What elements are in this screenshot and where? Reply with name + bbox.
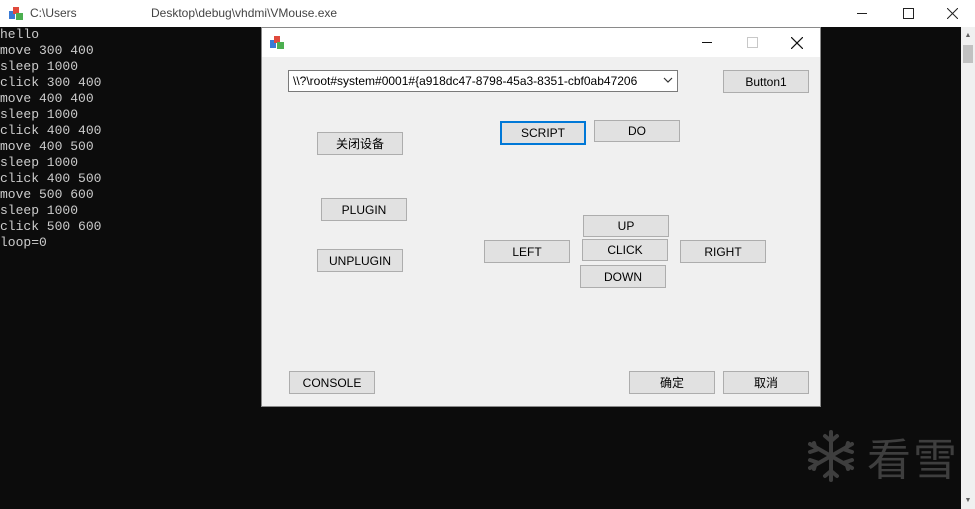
watermark-text: 看雪 <box>867 435 959 486</box>
console-title-path-end: Desktop\debug\vhdmi\VMouse.exe <box>151 6 338 20</box>
do-button[interactable]: DO <box>594 120 680 142</box>
console-scrollbar[interactable]: ▲ ▼ <box>961 27 975 509</box>
app-icon <box>9 7 23 20</box>
click-button[interactable]: CLICK <box>582 239 668 261</box>
maximize-icon <box>746 37 758 48</box>
scroll-thumb[interactable] <box>963 45 973 63</box>
app-icon <box>270 36 284 49</box>
script-button[interactable]: SCRIPT <box>500 121 586 145</box>
scroll-down-arrow-icon[interactable]: ▼ <box>961 492 975 509</box>
chevron-down-icon <box>663 73 673 90</box>
minimize-icon <box>701 42 712 43</box>
console-titlebar: C:\Users Desktop\debug\vhdmi\VMouse.exe <box>0 0 975 27</box>
right-button[interactable]: RIGHT <box>680 240 766 263</box>
dialog-minimize-button[interactable] <box>684 28 730 57</box>
left-button[interactable]: LEFT <box>484 240 570 263</box>
maximize-button[interactable] <box>885 0 931 27</box>
snowflake-icon <box>808 430 854 482</box>
down-button[interactable]: DOWN <box>580 265 666 288</box>
dialog-titlebar <box>262 28 820 57</box>
console-title-path-start: C:\Users <box>30 6 77 20</box>
minimize-icon <box>856 13 867 14</box>
cancel-button[interactable]: 取消 <box>723 371 809 394</box>
console-button[interactable]: CONSOLE <box>289 371 375 394</box>
plugin-button[interactable]: PLUGIN <box>321 198 407 221</box>
up-button[interactable]: UP <box>583 215 669 237</box>
minimize-button[interactable] <box>839 0 885 27</box>
device-select[interactable]: \\?\root#system#0001#{a918dc47-8798-45a3… <box>288 70 678 92</box>
close-icon <box>791 36 803 49</box>
close-icon <box>946 8 958 19</box>
vmouse-dialog: \\?\root#system#0001#{a918dc47-8798-45a3… <box>261 27 821 407</box>
maximize-icon <box>902 8 914 19</box>
dialog-maximize-button <box>729 28 775 57</box>
watermark: 看雪 <box>803 425 959 487</box>
scroll-up-arrow-icon[interactable]: ▲ <box>961 27 975 44</box>
device-select-value: \\?\root#system#0001#{a918dc47-8798-45a3… <box>293 74 638 88</box>
close-device-button[interactable]: 关闭设备 <box>317 132 403 155</box>
close-button[interactable] <box>929 0 975 27</box>
dialog-close-button[interactable] <box>774 28 820 57</box>
ok-button[interactable]: 确定 <box>629 371 715 394</box>
unplugin-button[interactable]: UNPLUGIN <box>317 249 403 272</box>
button1[interactable]: Button1 <box>723 70 809 93</box>
